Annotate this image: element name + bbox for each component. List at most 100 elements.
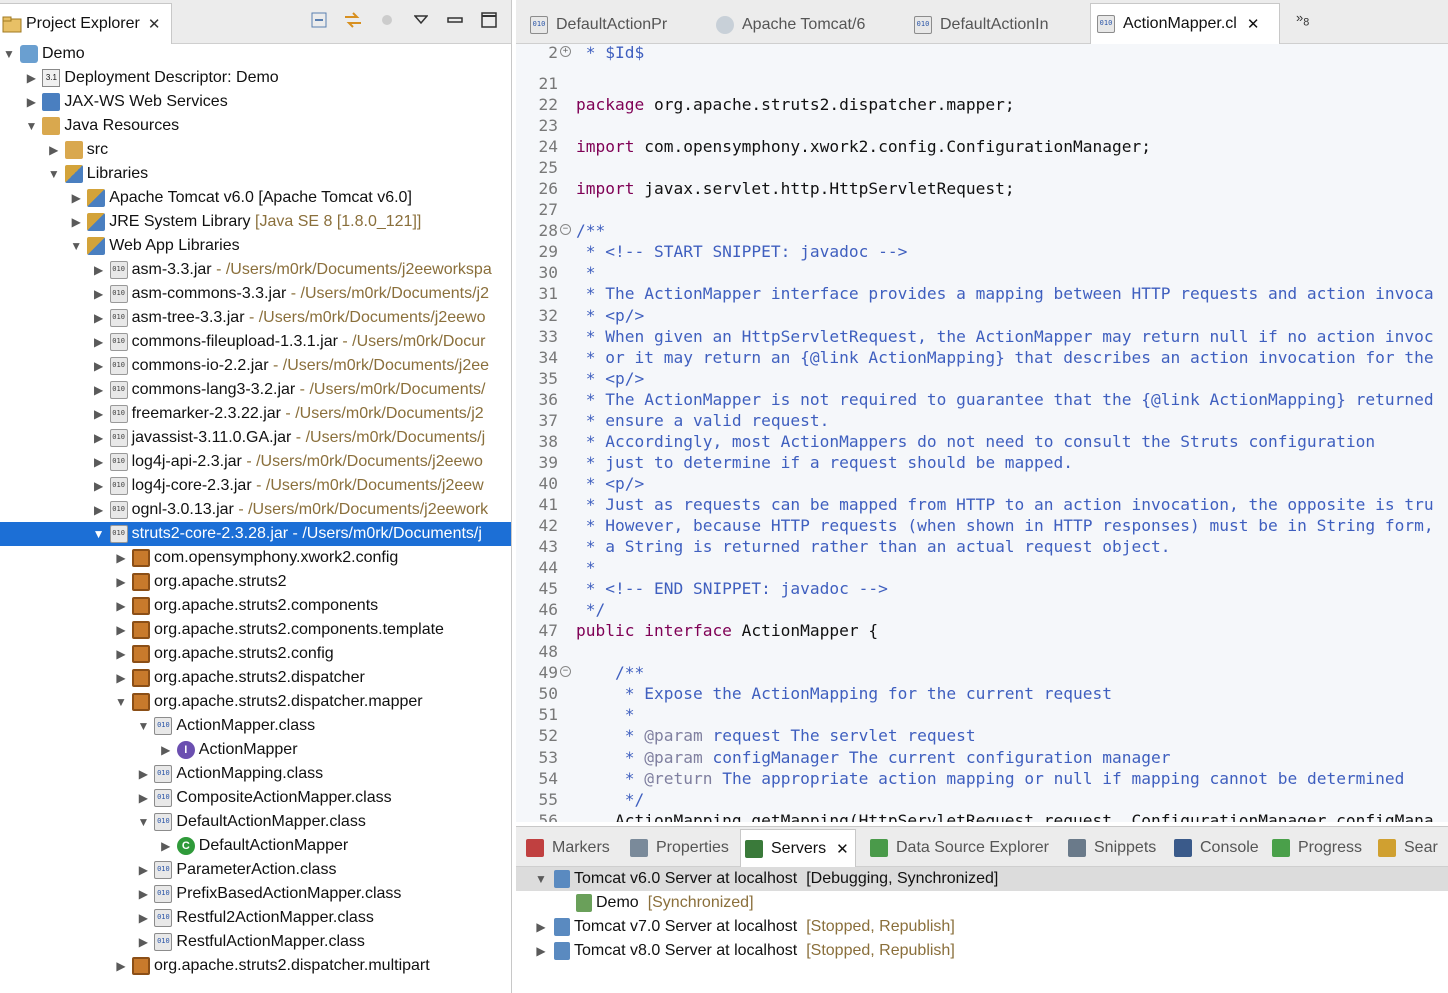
tree-item[interactable]: ▼ Libraries: [0, 162, 511, 186]
server-item[interactable]: ▶ Tomcat v8.0 Server at localhost [Stopped…: [516, 939, 1448, 963]
maximize-icon[interactable]: [479, 10, 499, 30]
collapsed-arrow-icon[interactable]: ▶: [92, 306, 106, 330]
collapsed-arrow-icon[interactable]: ▶: [114, 594, 128, 618]
tree-item[interactable]: ▶ org.apache.struts2: [0, 570, 511, 594]
collapsed-arrow-icon[interactable]: ▶: [136, 930, 150, 954]
tree-item[interactable]: ▶ Apache Tomcat v6.0 [Apache Tomcat v6.0]: [0, 186, 511, 210]
collapsed-arrow-icon[interactable]: ▶: [114, 642, 128, 666]
collapsed-arrow-icon[interactable]: ▶: [24, 66, 38, 90]
collapsed-arrow-icon[interactable]: ▶: [92, 426, 106, 450]
tree-item[interactable]: ▶ src: [0, 138, 511, 162]
code-area[interactable]: 2 + * $Id$ 21 22 package org.apache.struts2.…: [516, 42, 1448, 822]
tree-item[interactable]: ▼ Demo: [0, 42, 511, 66]
collapsed-arrow-icon[interactable]: ▶: [159, 834, 173, 858]
tree-item[interactable]: ▶ org.apache.struts2.dispatcher.multipart: [0, 954, 511, 978]
expanded-arrow-icon[interactable]: ▼: [2, 42, 16, 66]
server-item[interactable]: Demo [Synchronized]: [516, 891, 1448, 915]
tab-sear[interactable]: Sear: [1374, 835, 1444, 861]
collapsed-arrow-icon[interactable]: ▶: [92, 378, 106, 402]
collapsed-arrow-icon[interactable]: ▶: [114, 618, 128, 642]
tree-item[interactable]: ▶ 010 asm-tree-3.3.jar - /Users/m0rk/Docum…: [0, 306, 511, 330]
expanded-arrow-icon[interactable]: ▼: [92, 522, 106, 546]
tree-item[interactable]: ▶ org.apache.struts2.config: [0, 642, 511, 666]
tree-item[interactable]: ▼ Web App Libraries: [0, 234, 511, 258]
tree-item[interactable]: ▼ 010 DefaultActionMapper.class: [0, 810, 511, 834]
editor-tab[interactable]: 010 DefaultActionIn: [908, 6, 1086, 44]
collapsed-arrow-icon[interactable]: ▶: [92, 354, 106, 378]
expanded-arrow-icon[interactable]: ▼: [114, 690, 128, 714]
expanded-arrow-icon[interactable]: ▼: [69, 234, 83, 258]
collapsed-arrow-icon[interactable]: ▶: [92, 402, 106, 426]
tree-item[interactable]: ▶ org.apache.struts2.components.template: [0, 618, 511, 642]
expanded-arrow-icon[interactable]: ▼: [24, 114, 38, 138]
tree-item[interactable]: ▶ 010 commons-fileupload-1.3.1.jar - /User…: [0, 330, 511, 354]
tree-item[interactable]: ▶ 010 asm-commons-3.3.jar - /Users/m0rk/Do…: [0, 282, 511, 306]
collapsed-arrow-icon[interactable]: ▶: [114, 954, 128, 978]
fold-expand-icon[interactable]: +: [560, 46, 571, 57]
editor-tab-active[interactable]: 010 ActionMapper.cl ✕: [1090, 3, 1280, 44]
expanded-arrow-icon[interactable]: ▼: [47, 162, 61, 186]
server-item[interactable]: ▶ Tomcat v7.0 Server at localhost [Stopped…: [516, 915, 1448, 939]
tab-console[interactable]: Console: [1170, 835, 1265, 861]
tree-item[interactable]: ▶ 010 PrefixBasedActionMapper.class: [0, 882, 511, 906]
expanded-arrow-icon[interactable]: ▼: [136, 810, 150, 834]
collapsed-arrow-icon[interactable]: ▶: [136, 858, 150, 882]
tree-item[interactable]: ▶ 010 Restful2ActionMapper.class: [0, 906, 511, 930]
link-with-editor-icon[interactable]: [343, 10, 363, 30]
close-icon[interactable]: ✕: [148, 15, 161, 33]
tree-item[interactable]: ▶ 3.1 Deployment Descriptor: Demo: [0, 66, 511, 90]
tree-item[interactable]: ▶ 010 javassist-3.11.0.GA.jar - /Users/m0r…: [0, 426, 511, 450]
tab-servers[interactable]: Servers ✕: [740, 829, 856, 867]
collapsed-arrow-icon[interactable]: ▶: [114, 570, 128, 594]
tab-snippets[interactable]: Snippets: [1064, 835, 1162, 861]
collapsed-arrow-icon[interactable]: ▶: [534, 939, 548, 963]
editor-tab[interactable]: Apache Tomcat/6: [710, 6, 894, 44]
tree-item[interactable]: ▶ 010 log4j-core-2.3.jar - /Users/m0rk/Doc…: [0, 474, 511, 498]
collapsed-arrow-icon[interactable]: ▶: [136, 906, 150, 930]
collapsed-arrow-icon[interactable]: ▶: [534, 915, 548, 939]
tree-item[interactable]: ▼ 010 ActionMapper.class: [0, 714, 511, 738]
tab-project-explorer[interactable]: Project Explorer ✕: [0, 3, 172, 44]
tab-properties[interactable]: Properties: [626, 835, 735, 861]
collapsed-arrow-icon[interactable]: ▶: [92, 282, 106, 306]
expanded-arrow-icon[interactable]: ▼: [534, 867, 548, 891]
expanded-arrow-icon[interactable]: ▼: [136, 714, 150, 738]
tree-item[interactable]: ▶ I ActionMapper: [0, 738, 511, 762]
collapsed-arrow-icon[interactable]: ▶: [92, 498, 106, 522]
collapsed-arrow-icon[interactable]: ▶: [136, 882, 150, 906]
tree-item[interactable]: ▶ 010 commons-io-2.2.jar - /Users/m0rk/Doc…: [0, 354, 511, 378]
server-item[interactable]: ▼ Tomcat v6.0 Server at localhost [Debuggi…: [516, 867, 1448, 891]
tree-item[interactable]: ▶ JRE System Library [Java SE 8 [1.8.0_12…: [0, 210, 511, 234]
tree-item[interactable]: ▶ C DefaultActionMapper: [0, 834, 511, 858]
collapsed-arrow-icon[interactable]: ▶: [92, 474, 106, 498]
tree-item[interactable]: ▼ Java Resources: [0, 114, 511, 138]
tree-item[interactable]: ▶ 010 CompositeActionMapper.class: [0, 786, 511, 810]
tree-item[interactable]: ▶ 010 ParameterAction.class: [0, 858, 511, 882]
collapsed-arrow-icon[interactable]: ▶: [136, 786, 150, 810]
tree-item[interactable]: ▼ 010 struts2-core-2.3.28.jar - /Users/m0r…: [0, 522, 511, 546]
tree-item[interactable]: ▶ 010 commons-lang3-3.2.jar - /Users/m0rk/…: [0, 378, 511, 402]
collapsed-arrow-icon[interactable]: ▶: [114, 666, 128, 690]
tab-data-source-explorer[interactable]: Data Source Explorer: [866, 835, 1055, 861]
view-menu-icon[interactable]: [411, 10, 431, 30]
tree-item[interactable]: ▶ JAX-WS Web Services: [0, 90, 511, 114]
close-icon[interactable]: ✕: [836, 840, 849, 858]
tree-item[interactable]: ▶ 010 RestfulActionMapper.class: [0, 930, 511, 954]
collapsed-arrow-icon[interactable]: ▶: [92, 450, 106, 474]
tree-item[interactable]: ▶ 010 log4j-api-2.3.jar - /Users/m0rk/Docu…: [0, 450, 511, 474]
fold-collapse-icon[interactable]: −: [560, 224, 571, 236]
collapsed-arrow-icon[interactable]: ▶: [114, 546, 128, 570]
tree-item[interactable]: ▶ 010 freemarker-2.3.22.jar - /Users/m0rk/…: [0, 402, 511, 426]
tab-progress[interactable]: Progress: [1268, 835, 1368, 861]
collapsed-arrow-icon[interactable]: ▶: [69, 210, 83, 234]
collapsed-arrow-icon[interactable]: ▶: [69, 186, 83, 210]
tree-item[interactable]: ▶ 010 ActionMapping.class: [0, 762, 511, 786]
tree-item[interactable]: ▶ org.apache.struts2.components: [0, 594, 511, 618]
collapsed-arrow-icon[interactable]: ▶: [47, 138, 61, 162]
collapsed-arrow-icon[interactable]: ▶: [136, 762, 150, 786]
close-icon[interactable]: ✕: [1247, 15, 1260, 33]
collapsed-arrow-icon[interactable]: ▶: [159, 738, 173, 762]
tab-markers[interactable]: Markers: [522, 835, 616, 861]
fold-collapse-icon[interactable]: −: [560, 666, 571, 678]
tree-item[interactable]: ▼ org.apache.struts2.dispatcher.mapper: [0, 690, 511, 714]
